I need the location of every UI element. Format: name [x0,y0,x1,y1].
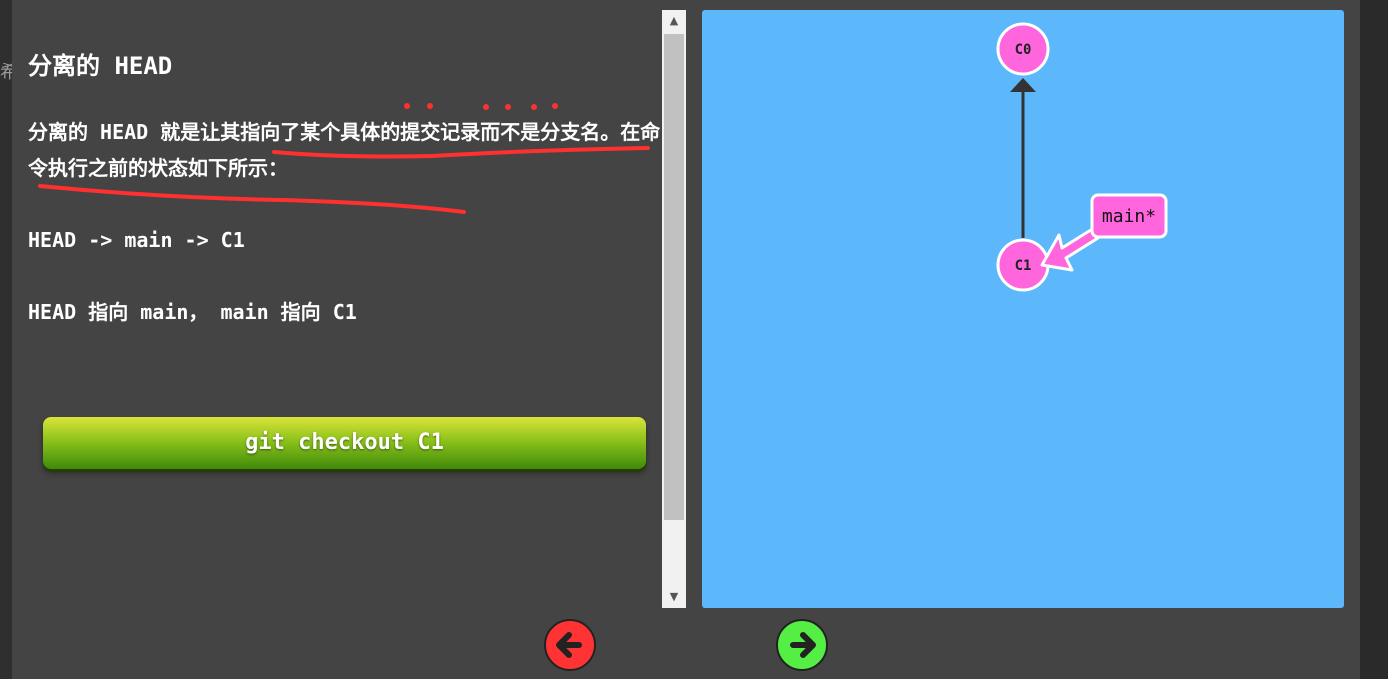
lesson-text-panel: 分离的 HEAD 分离的 HEAD 就是让其指向了某个具体的提交记录而不是分支名… [12,10,660,608]
edge-arrowhead-icon [1010,78,1036,92]
scroll-up-arrow-icon[interactable]: ▲ [662,10,686,32]
lesson-scrollbar[interactable]: ▲ ▼ [662,10,686,608]
commit-tree: C0 C1 main* [996,22,1168,292]
emphasis-dot [483,104,489,110]
commit-c0[interactable]: C0 [996,22,1050,76]
lesson-paragraph-definition: 分离的 HEAD 就是让其指向了某个具体的提交记录而不是分支名。在命令执行之前的… [28,120,660,180]
emphasis-dot [505,104,511,110]
emphasis-dot [404,103,410,109]
branch-pointer-arrow-icon [1040,226,1100,272]
git-visualization-canvas: C0 C1 main* [702,10,1344,608]
commit-c1-label: C1 [1015,258,1032,274]
commit-c0-label: C0 [1015,42,1032,58]
scroll-down-arrow-icon[interactable]: ▼ [662,586,686,608]
background-page-edge: 希 [0,0,18,679]
underline-stroke-2 [38,184,466,214]
next-step-button[interactable] [775,618,829,672]
emphasis-dots [404,103,558,110]
run-command-button[interactable]: git checkout C1 [43,417,646,469]
scroll-thumb[interactable] [664,34,684,520]
emphasis-dot [427,103,433,109]
lesson-heading: 分离的 HEAD [28,52,173,80]
branch-main-label: main* [1102,206,1156,227]
branch-main[interactable]: main* [1040,193,1168,272]
lesson-paragraph-chain: HEAD -> main -> C1 [28,228,245,252]
background-page-edge-right [1360,0,1388,679]
lesson-paragraph-pointers: HEAD 指向 main， main 指向 C1 [28,300,357,324]
emphasis-dot [552,103,558,109]
prev-step-button[interactable] [543,618,597,672]
emphasis-dot [531,104,537,110]
